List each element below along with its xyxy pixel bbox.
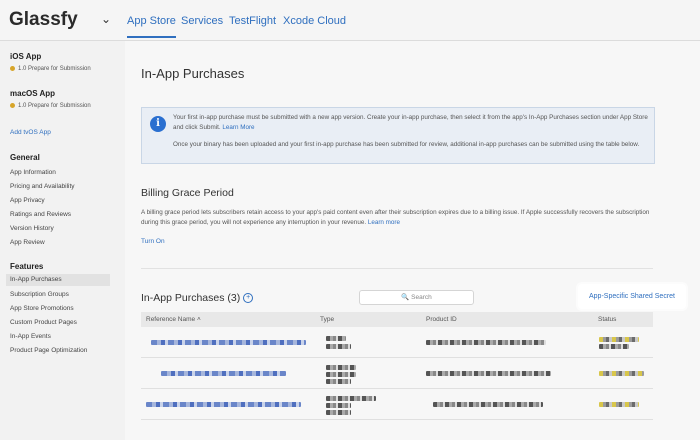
redacted-type — [326, 403, 351, 408]
tab-xcode-cloud[interactable]: Xcode Cloud — [283, 15, 346, 27]
table-row[interactable] — [141, 328, 653, 358]
redacted-status — [599, 344, 629, 349]
sidebar-item-app-privacy[interactable]: App Privacy — [10, 197, 45, 204]
column-reference-name[interactable]: Reference Name ˄ — [146, 316, 201, 323]
sidebar-item-app-review[interactable]: App Review — [10, 239, 45, 246]
redacted-reference-name — [146, 402, 301, 407]
sidebar-item-app-information[interactable]: App Information — [10, 169, 56, 176]
redacted-type — [326, 396, 376, 401]
tab-testflight[interactable]: TestFlight — [229, 15, 276, 27]
search-placeholder: Search — [411, 294, 432, 301]
ios-app-heading: iOS App — [10, 52, 42, 61]
status-dot-icon — [10, 66, 15, 71]
sidebar-item-pricing[interactable]: Pricing and Availability — [10, 183, 75, 190]
table-row[interactable] — [141, 390, 653, 420]
ios-version-item[interactable]: 1.0 Prepare for Submission — [10, 66, 91, 72]
redacted-product-id — [426, 371, 551, 376]
iap-section-title-text: In-App Purchases (3) — [141, 292, 241, 304]
shared-secret-link[interactable]: App-Specific Shared Secret — [578, 284, 686, 309]
redacted-status — [599, 371, 644, 376]
learn-more-link[interactable]: Learn More — [222, 124, 254, 131]
sidebar-item-custom-product-pages[interactable]: Custom Product Pages — [10, 319, 77, 326]
redacted-reference-name — [151, 340, 306, 345]
top-nav: Glassfy ⌄ App Store Services TestFlight … — [0, 0, 700, 41]
sidebar-item-version-history[interactable]: Version History — [10, 225, 54, 232]
info-icon: i — [150, 116, 166, 132]
app-name[interactable]: Glassfy — [9, 9, 78, 31]
learn-more-link-2[interactable]: Learn more — [368, 219, 400, 226]
macos-app-heading: macOS App — [10, 89, 56, 98]
add-tvos-app-link[interactable]: Add tvOS App — [10, 129, 51, 136]
info-text-2: Once your binary has been uploaded and y… — [173, 141, 640, 148]
info-text-1: Your first in-app purchase must be submi… — [173, 113, 649, 132]
billing-grace-title: Billing Grace Period — [141, 187, 234, 199]
redacted-product-id — [433, 402, 543, 407]
column-reference-name-label: Reference Name — [146, 316, 196, 323]
redacted-type — [326, 410, 351, 415]
macos-version-item[interactable]: 1.0 Prepare for Submission — [10, 103, 91, 109]
redacted-status — [599, 402, 639, 407]
sidebar-item-promotions[interactable]: App Store Promotions — [10, 305, 74, 312]
column-status[interactable]: Status — [598, 316, 616, 323]
general-heading: General — [10, 153, 40, 162]
macos-version-label: 1.0 Prepare for Submission — [18, 103, 91, 110]
redacted-type — [326, 379, 351, 384]
ios-version-label: 1.0 Prepare for Submission — [18, 66, 91, 73]
billing-grace-description: A billing grace period lets subscribers … — [141, 208, 666, 227]
redacted-type — [326, 336, 346, 341]
table-header: Reference Name ˄ Type Product ID Status — [141, 312, 653, 327]
sidebar: iOS App 1.0 Prepare for Submission macOS… — [0, 41, 120, 440]
sidebar-item-product-page-optimization[interactable]: Product Page Optimization — [10, 347, 87, 354]
redacted-status — [599, 337, 639, 342]
search-icon: 🔍 — [401, 294, 410, 301]
table-row[interactable] — [141, 359, 653, 389]
tab-app-store[interactable]: App Store — [127, 15, 176, 38]
status-dot-icon — [10, 103, 15, 108]
add-circle-icon[interactable]: + — [243, 293, 254, 304]
sort-ascending-icon: ˄ — [196, 316, 201, 323]
sidebar-item-subscription-groups[interactable]: Subscription Groups — [10, 291, 69, 298]
redacted-type — [326, 365, 356, 370]
sidebar-item-in-app-purchases[interactable]: In-App Purchases — [6, 274, 110, 286]
column-type[interactable]: Type — [320, 316, 334, 323]
sidebar-item-ratings[interactable]: Ratings and Reviews — [10, 211, 71, 218]
iap-section-title: In-App Purchases (3) + — [141, 292, 254, 304]
divider — [141, 268, 653, 269]
page-title: In-App Purchases — [141, 66, 245, 81]
search-input[interactable]: 🔍 Search — [359, 290, 474, 305]
turn-on-link[interactable]: Turn On — [141, 238, 165, 245]
column-product-id[interactable]: Product ID — [426, 316, 457, 323]
redacted-type — [326, 344, 351, 349]
redacted-type — [326, 372, 356, 377]
sidebar-item-in-app-events[interactable]: In-App Events — [10, 333, 51, 340]
tab-services[interactable]: Services — [181, 15, 223, 27]
chevron-down-icon[interactable]: ⌄ — [101, 12, 111, 26]
features-heading: Features — [10, 262, 44, 271]
info-banner: i Your first in-app purchase must be sub… — [141, 107, 655, 164]
redacted-product-id — [426, 340, 546, 345]
redacted-reference-name — [161, 371, 286, 376]
